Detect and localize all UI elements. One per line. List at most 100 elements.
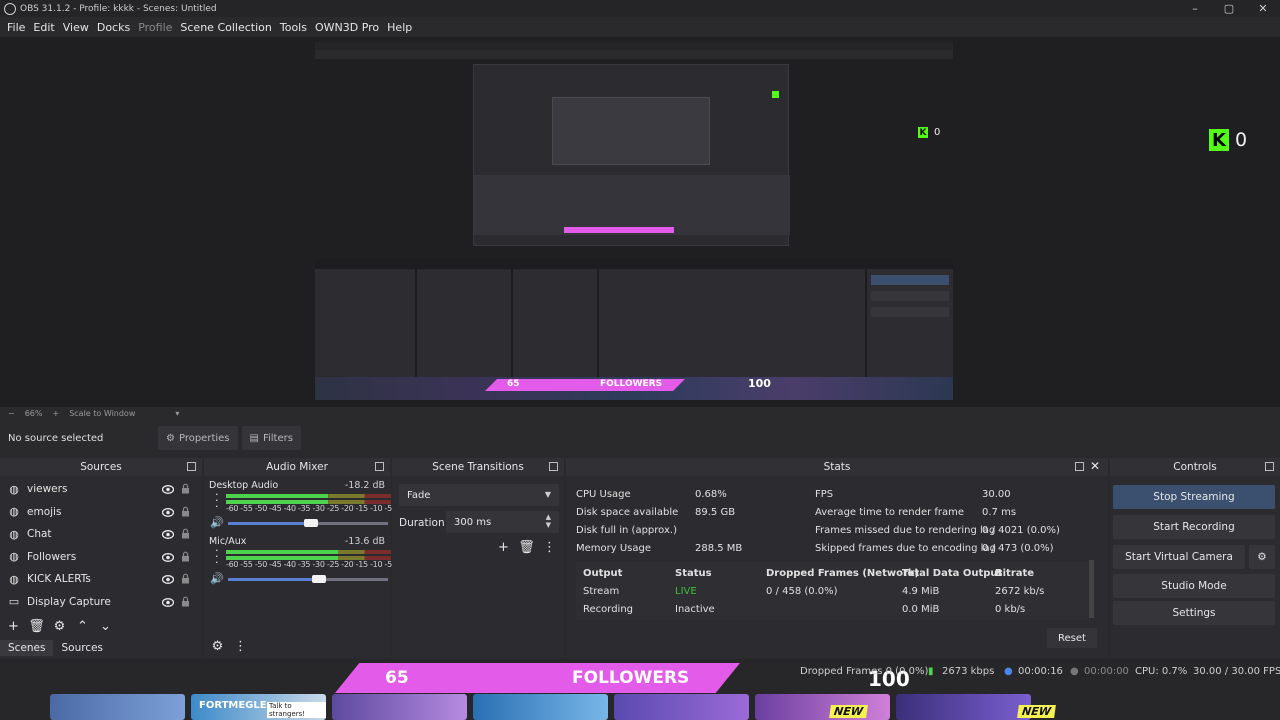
channel-menu-icon[interactable]: · · ·	[215, 545, 219, 568]
stat-value: 0.68%	[695, 489, 727, 500]
source-label: Chat	[27, 528, 52, 541]
transitions-title: Scene Transitions	[432, 461, 524, 473]
output-cell: 0.0 MiB	[902, 604, 940, 615]
scrollbar[interactable]	[1089, 560, 1094, 618]
zoom-in-button[interactable]: +	[52, 409, 59, 418]
lock-icon[interactable]	[181, 596, 190, 610]
studio-mode-button[interactable]: Studio Mode	[1113, 574, 1275, 598]
close-button[interactable]: ✕	[1246, 0, 1280, 17]
trash-icon[interactable]: 🗑	[515, 539, 538, 555]
undock-icon[interactable]	[1075, 462, 1084, 471]
zoom-row: − 66% + Scale to Window ▾	[0, 407, 1280, 419]
visibility-eye-icon[interactable]	[161, 597, 175, 610]
tab-sources[interactable]: Sources	[53, 640, 111, 656]
output-header: Output	[583, 568, 623, 579]
menu-view[interactable]: View	[59, 21, 93, 34]
add-source-button[interactable]: +	[2, 618, 25, 634]
monitor-icon: ▭	[8, 595, 20, 609]
window-title: OBS 31.1.2 - Profile: kkkk - Scenes: Unt…	[20, 3, 217, 14]
menu-edit[interactable]: Edit	[29, 21, 58, 34]
output-cell: 0 kb/s	[995, 604, 1026, 615]
channel-db: -18.2 dB	[344, 480, 385, 491]
trash-icon[interactable]: 🗑	[25, 618, 48, 634]
virtual-camera-settings-button[interactable]: ⚙	[1249, 545, 1275, 569]
level-meter-fill	[226, 494, 329, 498]
game-title: FORTMEGLE	[199, 700, 267, 711]
visibility-eye-icon[interactable]	[161, 529, 175, 542]
source-item[interactable]: ◍ emojis	[0, 501, 202, 524]
menu-profile[interactable]: Profile	[134, 21, 176, 34]
start-virtual-camera-button[interactable]: Start Virtual Camera	[1113, 545, 1245, 569]
source-item[interactable]: ◍ KICK ALERTs	[0, 568, 202, 591]
maximize-button[interactable]: ▢	[1212, 0, 1246, 17]
lock-icon[interactable]	[181, 551, 190, 565]
transition-select[interactable]: Fade ▼	[399, 484, 559, 506]
properties-button[interactable]: ⚙ Properties	[158, 426, 238, 450]
recording-time: 00:00:00	[1084, 666, 1129, 677]
menu-scene-collection[interactable]: Scene Collection	[176, 21, 275, 34]
scale-dropdown-icon[interactable]: ▾	[175, 409, 179, 418]
lock-icon[interactable]	[181, 573, 190, 587]
source-settings-button[interactable]: ⚙	[48, 618, 71, 634]
speaker-icon[interactable]: 🔊	[210, 572, 224, 585]
lock-icon[interactable]	[181, 506, 190, 520]
move-down-button[interactable]: ⌄	[94, 618, 117, 634]
stat-label: Average time to render frame	[815, 507, 965, 518]
source-item[interactable]: ◍ Followers	[0, 546, 202, 569]
visibility-eye-icon[interactable]	[161, 507, 175, 520]
close-icon[interactable]: ✕	[1090, 459, 1100, 473]
lock-icon[interactable]	[181, 483, 190, 497]
globe-icon: ◍	[9, 527, 19, 541]
visibility-eye-icon[interactable]	[161, 574, 175, 587]
settings-button[interactable]: Settings	[1113, 601, 1275, 625]
source-item[interactable]: ◍ viewers	[0, 478, 202, 501]
duration-input[interactable]: 300 ms ▲ ▼	[446, 511, 559, 533]
add-transition-button[interactable]: +	[492, 539, 515, 555]
stop-streaming-button[interactable]: Stop Streaming	[1113, 485, 1275, 509]
visibility-eye-icon[interactable]	[161, 552, 175, 565]
menu-help[interactable]: Help	[383, 21, 416, 34]
dock-tabs: Scenes Sources	[0, 640, 202, 656]
menu-tools[interactable]: Tools	[276, 21, 311, 34]
tab-scenes[interactable]: Scenes	[0, 640, 54, 656]
output-cell: LIVE	[675, 586, 697, 597]
meter-scale: -60 -55 -50 -45 -40 -35 -30 -25 -20 -15 …	[226, 560, 399, 569]
advanced-audio-icon[interactable]: ⚙	[206, 638, 229, 654]
undock-icon[interactable]	[1265, 462, 1274, 471]
undock-icon[interactable]	[375, 462, 384, 471]
zoom-level: 66%	[24, 408, 43, 418]
channel-name: Desktop Audio	[209, 480, 279, 491]
game-thumbnails: FORTMEGLE Talk to strangers!	[0, 694, 1280, 720]
filters-button[interactable]: ▤ Filters	[241, 426, 301, 450]
preview-area[interactable]: K 0 K 0 65 FOLLOWERS 100	[0, 37, 1280, 407]
kick-logo-icon: K	[1209, 129, 1229, 151]
stat-label: Disk space available	[576, 507, 679, 518]
volume-slider-handle[interactable]	[304, 519, 319, 527]
move-up-button[interactable]: ⌃	[71, 618, 94, 634]
menu-own3d-pro[interactable]: OWN3D Pro	[311, 21, 383, 34]
followers-label: FOLLOWERS	[572, 668, 690, 688]
undock-icon[interactable]	[549, 462, 558, 471]
volume-slider-handle[interactable]	[312, 575, 327, 583]
bitrate-status: 2673 kbps	[942, 666, 995, 677]
zoom-out-button[interactable]: −	[8, 409, 15, 418]
minimize-button[interactable]: –	[1178, 0, 1212, 17]
preview-canvas[interactable]: K 0 65 FOLLOWERS 100	[315, 42, 953, 400]
undock-icon[interactable]	[187, 462, 196, 471]
speaker-icon[interactable]: 🔊	[210, 516, 224, 529]
menu-file[interactable]: File	[3, 21, 29, 34]
source-label: Followers	[27, 550, 77, 563]
visibility-eye-icon[interactable]	[161, 484, 175, 497]
source-item[interactable]: ◍ Chat	[0, 523, 202, 546]
scale-mode[interactable]: Scale to Window	[69, 409, 135, 418]
output-cell: 2672 kb/s	[995, 586, 1045, 597]
source-item[interactable]: ▭ Display Capture	[0, 591, 202, 614]
channel-menu-icon[interactable]: · · ·	[215, 489, 219, 512]
start-recording-button[interactable]: Start Recording	[1113, 515, 1275, 539]
lock-icon[interactable]	[181, 528, 190, 542]
more-options-icon[interactable]: ⋮	[538, 539, 561, 555]
menu-docks[interactable]: Docks	[93, 21, 134, 34]
more-options-icon[interactable]: ⋮	[229, 638, 252, 654]
reset-button[interactable]: Reset	[1047, 628, 1097, 648]
globe-icon: ◍	[9, 572, 19, 586]
